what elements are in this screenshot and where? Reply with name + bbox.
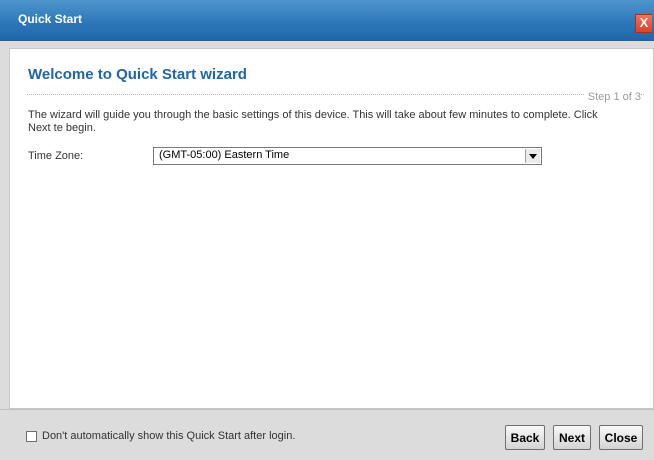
chevron-down-icon[interactable] [525, 149, 540, 163]
dont-show-checkbox[interactable] [26, 431, 37, 442]
footer-divider [0, 409, 654, 410]
title-bar: Quick Start X [0, 0, 654, 41]
time-zone-value: (GMT-05:00) Eastern Time [159, 149, 290, 161]
quick-start-dialog: Quick Start X Welcome to Quick Start wiz… [0, 0, 654, 460]
time-zone-select[interactable]: (GMT-05:00) Eastern Time [153, 147, 542, 165]
step-indicator: Step 1 of 3 [584, 91, 641, 103]
window-title: Quick Start [18, 12, 83, 26]
next-button[interactable]: Next [553, 425, 591, 450]
wizard-description: The wizard will guide you through the ba… [28, 109, 598, 134]
dont-show-label: Don't automatically show this Quick Star… [42, 430, 296, 442]
wizard-heading: Welcome to Quick Start wizard [28, 66, 247, 83]
close-icon[interactable]: X [635, 14, 652, 33]
close-button[interactable]: Close [599, 425, 643, 450]
wizard-panel: Welcome to Quick Start wizard Step 1 of … [9, 48, 654, 409]
divider [27, 94, 644, 95]
back-button[interactable]: Back [505, 425, 545, 450]
time-zone-label: Time Zone: [28, 150, 84, 162]
